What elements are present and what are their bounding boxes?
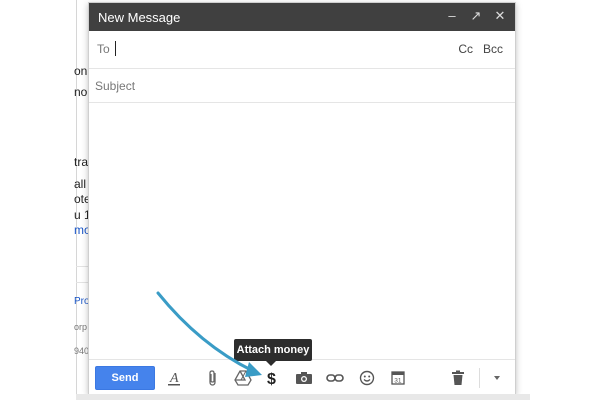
popout-icon[interactable]: ↗ bbox=[469, 8, 483, 24]
tooltip-pointer bbox=[266, 361, 276, 366]
dollar-icon[interactable]: $ bbox=[261, 367, 283, 389]
message-body[interactable] bbox=[89, 103, 515, 359]
compose-window: New Message – ↗ ✕ To Cc Bcc Send A bbox=[88, 2, 516, 395]
paperclip-icon[interactable] bbox=[202, 367, 224, 389]
window-controls: – ↗ ✕ bbox=[445, 8, 507, 24]
compose-toolbar: Send A $ 31 bbox=[89, 359, 515, 395]
emoji-icon[interactable] bbox=[356, 367, 378, 389]
attach-money-tooltip: Attach money bbox=[234, 339, 312, 361]
svg-text:A: A bbox=[169, 371, 179, 386]
camera-icon[interactable] bbox=[293, 367, 315, 389]
send-button[interactable]: Send bbox=[95, 366, 155, 390]
to-label: To bbox=[97, 42, 110, 56]
subject-row bbox=[89, 69, 515, 103]
calendar-icon[interactable]: 31 bbox=[387, 367, 409, 389]
subject-input[interactable] bbox=[95, 76, 495, 96]
svg-text:31: 31 bbox=[394, 378, 402, 385]
link-icon[interactable] bbox=[324, 367, 346, 389]
trash-icon[interactable] bbox=[447, 367, 469, 389]
toolbar-divider bbox=[479, 368, 480, 388]
close-icon[interactable]: ✕ bbox=[493, 8, 507, 24]
to-field[interactable]: To Cc Bcc bbox=[89, 31, 515, 69]
bcc-link[interactable]: Bcc bbox=[483, 42, 503, 56]
minimize-icon[interactable]: – bbox=[445, 8, 459, 24]
formatting-icon[interactable]: A bbox=[163, 367, 185, 389]
compose-titlebar[interactable]: New Message – ↗ ✕ bbox=[89, 3, 515, 31]
drive-icon[interactable] bbox=[232, 367, 254, 389]
text-cursor bbox=[115, 41, 116, 56]
compose-title: New Message bbox=[98, 10, 181, 25]
cc-bcc-links: Cc Bcc bbox=[458, 42, 503, 56]
cc-link[interactable]: Cc bbox=[458, 42, 473, 56]
svg-text:$: $ bbox=[267, 371, 276, 388]
more-options-icon[interactable] bbox=[486, 367, 508, 389]
page-bottom-strip bbox=[76, 394, 530, 400]
